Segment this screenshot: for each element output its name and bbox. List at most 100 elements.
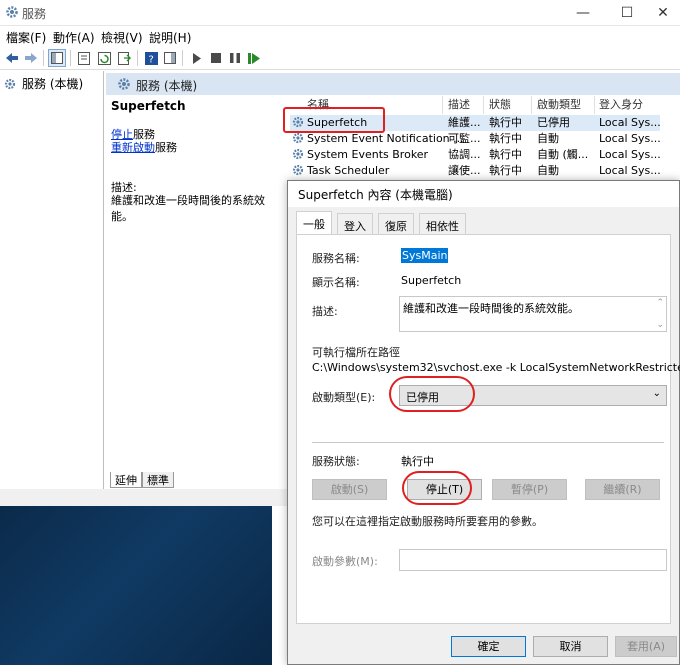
menu-action[interactable]: 動作(A) (53, 29, 95, 46)
service-status-label: 服務狀態: (312, 455, 360, 468)
menu-file[interactable]: 檔案(F) (6, 29, 46, 46)
column-status[interactable]: 狀態 (489, 96, 511, 114)
highlight-annotation (283, 107, 385, 133)
service-status: 執行中 (489, 116, 522, 129)
tab-standard[interactable]: 標準 (142, 472, 174, 488)
stop-service-icon[interactable] (207, 49, 225, 67)
service-status: 執行中 (489, 164, 522, 177)
maximize-button[interactable]: ☐ (610, 0, 644, 26)
close-button[interactable]: ✕ (646, 0, 680, 26)
pause-button[interactable]: 暫停(P) (492, 479, 567, 500)
services-pane-header: 服務 (本機) (106, 73, 680, 95)
toolbar-separator (43, 50, 44, 66)
column-divider (483, 96, 484, 114)
service-logon: Local Sys... (599, 116, 661, 129)
service-detail-pane: Superfetch 停止服務 重新啟動服務 描述: 維護和改進一段時間後的系統… (106, 96, 278, 472)
resume-button[interactable]: 繼續(R) (585, 479, 660, 500)
export-list-icon[interactable] (115, 49, 133, 67)
services-gear-icon (4, 78, 16, 89)
start-parameters-input[interactable] (399, 549, 667, 571)
svg-text:?: ? (148, 54, 153, 65)
back-icon[interactable] (3, 49, 21, 67)
menu-help[interactable]: 說明(H) (149, 29, 191, 46)
properties-dialog: Superfetch 內容 (本機電腦) 一般 登入 復原 相依性 服務名稱: … (287, 180, 680, 665)
column-startup-type[interactable]: 啟動類型 (537, 96, 581, 114)
service-desc: 可監... (448, 132, 481, 145)
tab-recovery[interactable]: 復原 (378, 213, 414, 235)
tree-node-label: 服務 (本機) (22, 77, 84, 91)
tree-node-services-local[interactable]: 服務 (本機) (4, 75, 83, 92)
description-box[interactable]: 維護和改進一段時間後的系統效能。 ⌃ ⌄ (399, 296, 667, 332)
service-desc: 維護... (448, 116, 481, 129)
apply-button[interactable]: 套用(A) (615, 636, 677, 657)
properties-sheet-icon[interactable] (75, 49, 93, 67)
service-name-cell: Task Scheduler (292, 163, 389, 179)
toolbar-separator (182, 50, 183, 66)
description-value: 維護和改進一段時間後的系統效能。 (403, 302, 579, 315)
service-status: 執行中 (489, 148, 522, 161)
pause-service-icon[interactable] (226, 49, 244, 67)
show-tree-icon[interactable] (48, 49, 66, 67)
column-logon-as[interactable]: 登入身分 (599, 96, 643, 114)
service-gear-icon (292, 164, 304, 176)
service-gear-icon (292, 132, 304, 144)
desktop-background (0, 506, 272, 665)
highlight-annotation (389, 376, 475, 412)
tab-general[interactable]: 一般 (296, 211, 332, 235)
startup-type-label: 啟動類型(E): (312, 391, 376, 404)
service-row[interactable]: System Event Notification ... 可監... 執行中 … (290, 131, 661, 147)
service-desc: 協調... (448, 148, 481, 161)
service-startup: 自動 (537, 164, 559, 177)
menu-view[interactable]: 檢視(V) (101, 29, 143, 46)
scroll-up-icon[interactable]: ⌃ (656, 298, 664, 308)
dialog-titlebar: Superfetch 內容 (本機電腦) (288, 181, 679, 207)
service-logon: Local Sys... (599, 132, 661, 145)
scroll-down-icon[interactable]: ⌄ (656, 320, 664, 330)
executable-path-value: C:\Windows\system32\svchost.exe -k Local… (312, 361, 680, 374)
forward-icon[interactable] (22, 49, 40, 67)
tab-dependencies[interactable]: 相依性 (419, 213, 466, 235)
divider (312, 442, 664, 443)
start-service-icon[interactable] (188, 49, 206, 67)
service-row[interactable]: Task Scheduler 讓使... 執行中 自動 Local Sys... (290, 163, 661, 179)
service-row[interactable]: System Events Broker 協調... 執行中 自動 (觸... … (290, 147, 661, 163)
tab-logon[interactable]: 登入 (337, 213, 373, 235)
ok-button[interactable]: 確定 (451, 636, 526, 657)
restart-service-line: 重新啟動服務 (111, 139, 177, 155)
services-gear-icon (118, 78, 130, 90)
service-name: System Events Broker (307, 148, 429, 161)
service-desc: 讓使... (448, 164, 481, 177)
service-logon: Local Sys... (599, 148, 661, 161)
toolbar-separator (70, 50, 71, 66)
column-description[interactable]: 描述 (448, 96, 470, 114)
tab-extended[interactable]: 延伸 (110, 472, 142, 488)
column-divider (594, 96, 595, 114)
restart-service-icon[interactable] (245, 49, 263, 67)
restart-service-link[interactable]: 重新啟動 (111, 141, 155, 154)
dialog-title: Superfetch 內容 (本機電腦) (298, 188, 453, 202)
description-label: 描述: (312, 305, 338, 318)
service-name-cell: System Event Notification ... (292, 131, 464, 147)
services-gear-icon (6, 6, 18, 18)
display-name-label: 顯示名稱: (312, 276, 360, 289)
cancel-button[interactable]: 取消 (533, 636, 608, 657)
minimize-button[interactable]: — (566, 0, 600, 26)
service-logon: Local Sys... (599, 164, 661, 177)
refresh-icon[interactable] (95, 49, 113, 67)
window-titlebar: 服務 — ☐ ✕ (0, 0, 680, 26)
service-status-value: 執行中 (401, 455, 434, 468)
menu-bar: 檔案(F) 動作(A) 檢視(V) 說明(H) (0, 26, 680, 46)
start-parameters-label: 啟動參數(M): (312, 555, 378, 568)
executable-path-label: 可執行檔所在路徑 (312, 346, 400, 359)
show-action-pane-icon[interactable] (161, 49, 179, 67)
service-name-label: 服務名稱: (312, 252, 360, 265)
view-tabs: 延伸 標準 (106, 472, 286, 489)
parameters-hint: 您可以在這裡指定啟動服務時所要套用的參數。 (312, 515, 543, 528)
service-name-value[interactable]: SysMain (401, 248, 449, 263)
service-gear-icon (292, 148, 304, 160)
description-text: 維護和改進一段時間後的系統效能。 (111, 194, 265, 223)
general-tab-panel: 服務名稱: SysMain 顯示名稱: Superfetch 描述: 維護和改進… (296, 234, 680, 624)
toolbar-separator (137, 50, 138, 66)
start-button[interactable]: 啟動(S) (312, 479, 387, 500)
help-icon[interactable]: ? (142, 49, 160, 67)
